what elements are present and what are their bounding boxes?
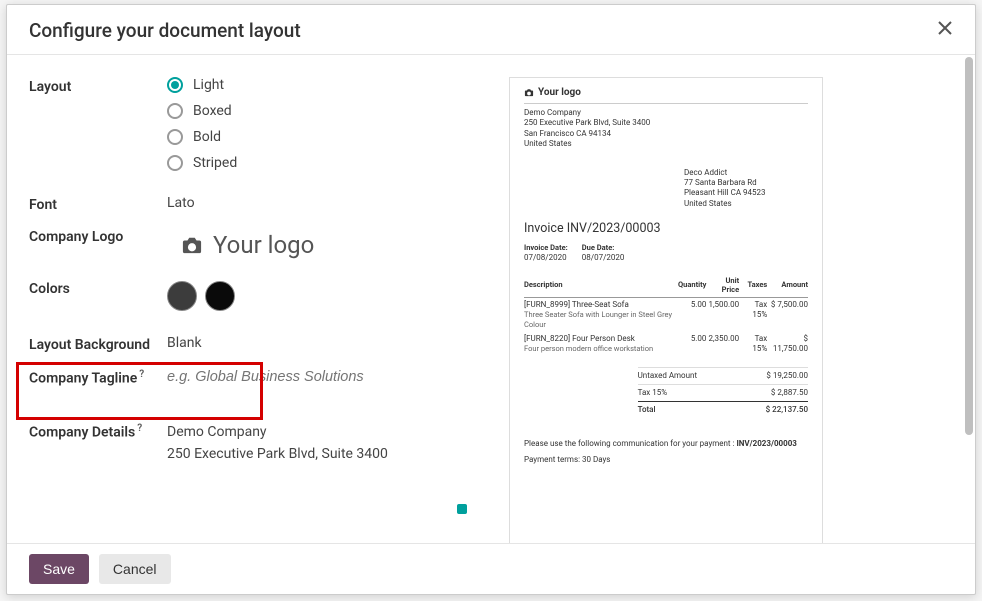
- help-icon[interactable]: ?: [139, 369, 144, 380]
- form-column: Layout Light Boxed: [29, 77, 479, 543]
- preview-company-address: Demo Company 250 Executive Park Blvd, Su…: [524, 108, 808, 150]
- table-row: [FURN_8220] Four Person DeskFour person …: [524, 332, 808, 357]
- row-layout-background: Layout Background Blank: [29, 335, 479, 353]
- preview-logo-text: Your logo: [538, 86, 581, 99]
- camera-icon: [524, 88, 534, 97]
- layout-option-light[interactable]: Light: [167, 77, 479, 93]
- layout-option-label: Striped: [193, 155, 237, 171]
- logo-placeholder-text: Your logo: [213, 231, 314, 259]
- company-details-label: Company Details?: [29, 421, 167, 441]
- font-label: Font: [29, 195, 167, 213]
- color-swatch-primary[interactable]: [167, 281, 197, 311]
- company-details-value[interactable]: Demo Company 250 Executive Park Blvd, Su…: [167, 421, 479, 466]
- layout-option-label: Light: [193, 77, 224, 93]
- layout-background-label: Layout Background: [29, 335, 167, 353]
- vertical-scrollbar[interactable]: [965, 57, 973, 541]
- preview-lines-table: Description Quantity Unit Price Taxes Am…: [524, 276, 808, 357]
- table-row: [FURN_8999] Three-Seat SofaThree Seater …: [524, 298, 808, 332]
- modal-header: Configure your document layout: [7, 5, 975, 55]
- radio-icon: [167, 77, 183, 93]
- layout-option-label: Boxed: [193, 103, 232, 119]
- scroll-thumb[interactable]: [965, 57, 973, 435]
- preview-payment-terms: Payment terms: 30 Days: [524, 455, 808, 465]
- close-icon[interactable]: [937, 20, 953, 41]
- preview-logo: Your logo: [524, 86, 808, 104]
- preview-column: Your logo Demo Company 250 Executive Par…: [479, 77, 963, 543]
- modal-body: Layout Light Boxed: [7, 55, 975, 543]
- color-swatch-secondary[interactable]: [205, 281, 235, 311]
- radio-icon: [167, 155, 183, 171]
- layout-option-label: Bold: [193, 129, 221, 145]
- preview-dates: Invoice Date:07/08/2020 Due Date:08/07/2…: [524, 243, 808, 263]
- help-icon[interactable]: ?: [137, 423, 142, 434]
- modal-configure-document-layout: Configure your document layout Layout Li…: [6, 4, 976, 595]
- row-layout: Layout Light Boxed: [29, 77, 479, 181]
- logo-upload[interactable]: Your logo: [167, 227, 479, 265]
- row-company-logo: Company Logo Your logo: [29, 227, 479, 265]
- preview-totals: Untaxed Amount$ 19,250.00 Tax 15%$ 2,887…: [638, 367, 808, 419]
- document-preview: Your logo Demo Company 250 Executive Par…: [509, 77, 823, 543]
- company-logo-label: Company Logo: [29, 227, 167, 265]
- modal-footer: Save Cancel: [7, 543, 975, 594]
- layout-label: Layout: [29, 77, 167, 95]
- row-company-details: Company Details? Demo Company 250 Execut…: [29, 421, 479, 466]
- tagline-input[interactable]: [167, 367, 447, 385]
- layout-background-value[interactable]: Blank: [167, 335, 479, 353]
- company-tagline-label: Company Tagline?: [29, 367, 167, 387]
- preview-bill-to: Deco Addict 77 Santa Barbara Rd Pleasant…: [684, 168, 808, 210]
- layout-option-boxed[interactable]: Boxed: [167, 103, 479, 119]
- radio-icon: [167, 129, 183, 145]
- radio-icon: [167, 103, 183, 119]
- cancel-button[interactable]: Cancel: [99, 554, 171, 584]
- layout-option-striped[interactable]: Striped: [167, 155, 479, 171]
- layout-option-bold[interactable]: Bold: [167, 129, 479, 145]
- font-value[interactable]: Lato: [167, 195, 479, 213]
- colors-label: Colors: [29, 279, 167, 311]
- row-font: Font Lato: [29, 195, 479, 213]
- row-colors: Colors: [29, 279, 479, 311]
- preview-invoice-title: Invoice INV/2023/00003: [524, 221, 808, 237]
- resize-handle-icon: [457, 504, 467, 514]
- preview-payment-comm: Please use the following communication f…: [524, 439, 808, 449]
- modal-title: Configure your document layout: [29, 19, 301, 42]
- row-company-tagline: Company Tagline?: [29, 367, 479, 387]
- save-button[interactable]: Save: [29, 554, 89, 584]
- camera-icon: [181, 235, 203, 255]
